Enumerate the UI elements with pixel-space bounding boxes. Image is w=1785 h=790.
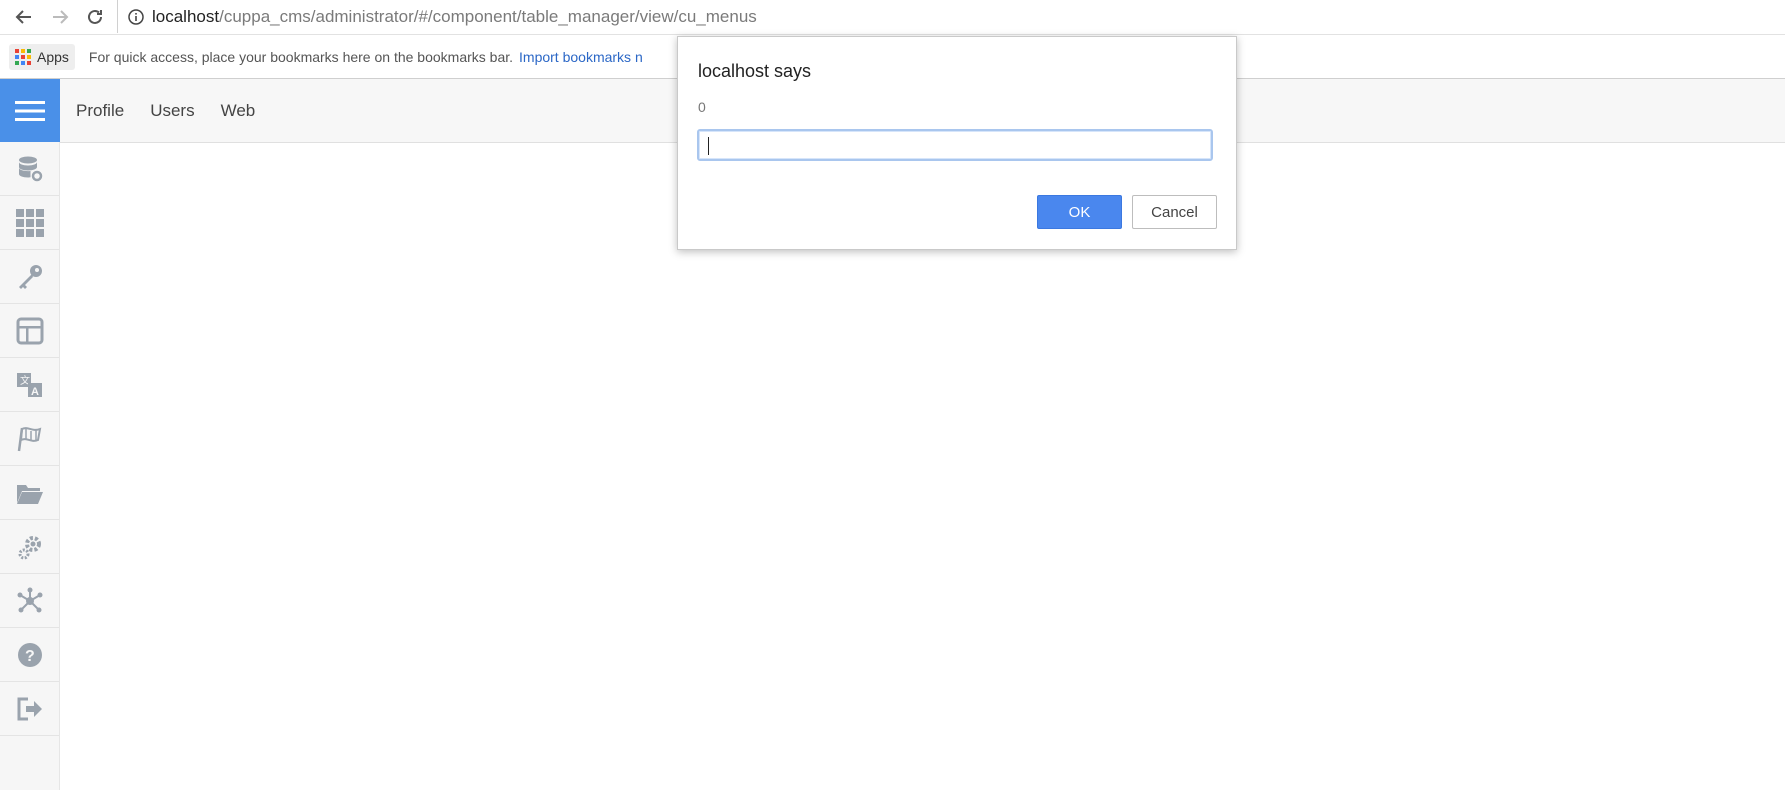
sidebar-item-files[interactable] — [0, 466, 59, 520]
sidebar-item-translations[interactable]: 文A — [0, 358, 59, 412]
url-text: localhost/cuppa_cms/administrator/#/comp… — [152, 7, 757, 27]
sidebar: 文A ? — [0, 79, 60, 790]
sidebar-item-logout[interactable] — [0, 682, 59, 736]
folder-icon — [16, 484, 43, 504]
bookmarks-hint: For quick access, place your bookmarks h… — [88, 48, 514, 65]
hamburger-icon — [15, 100, 45, 121]
dialog-message: 0 — [698, 99, 706, 115]
sidebar-item-help[interactable]: ? — [0, 628, 59, 682]
svg-text:?: ? — [25, 648, 35, 665]
reload-button[interactable] — [82, 4, 108, 30]
sidebar-item-layout[interactable] — [0, 304, 59, 358]
network-icon — [17, 587, 42, 612]
apps-label: Apps — [37, 48, 69, 65]
apps-grid-icon — [15, 48, 31, 65]
back-button[interactable] — [11, 4, 37, 30]
sidebar-item-flags[interactable] — [0, 412, 59, 466]
sidebar-item-network[interactable] — [0, 574, 59, 628]
sidebar-item-permissions[interactable] — [0, 250, 59, 304]
database-settings-icon — [18, 156, 42, 181]
gears-icon — [18, 535, 41, 559]
layout-icon — [16, 317, 43, 344]
sidebar-item-settings[interactable] — [0, 520, 59, 574]
key-icon — [18, 264, 42, 289]
dialog-title: localhost says — [698, 61, 812, 81]
ok-button[interactable]: OK — [1037, 195, 1122, 229]
help-icon: ? — [17, 642, 42, 667]
sidebar-item-components[interactable] — [0, 196, 59, 250]
prompt-dialog: localhost says 0 OK Cancel — [677, 36, 1237, 250]
sidebar-item-database[interactable] — [0, 142, 59, 196]
nav-users[interactable]: Users — [150, 101, 194, 121]
browser-address-bar: localhost/cuppa_cms/administrator/#/comp… — [0, 0, 1785, 35]
info-icon — [128, 8, 144, 25]
url-host: localhost — [152, 6, 220, 26]
dialog-input[interactable] — [697, 129, 1213, 161]
url-box[interactable]: localhost/cuppa_cms/administrator/#/comp… — [117, 0, 1785, 33]
nav-web[interactable]: Web — [221, 101, 256, 121]
arrow-left-icon — [15, 10, 31, 24]
text-caret — [708, 137, 709, 155]
apps-button[interactable]: Apps — [9, 43, 75, 70]
reload-icon — [88, 9, 102, 24]
url-path: /cuppa_cms/administrator/#/component/tab… — [219, 6, 757, 26]
nav-profile[interactable]: Profile — [76, 101, 124, 121]
cancel-button[interactable]: Cancel — [1132, 195, 1217, 229]
menu-toggle-button[interactable] — [0, 79, 60, 142]
forward-button[interactable] — [47, 4, 73, 30]
arrow-right-icon — [53, 10, 69, 24]
logout-icon — [17, 697, 42, 720]
flag-icon — [17, 426, 41, 451]
import-bookmarks-link[interactable]: Import bookmarks n — [519, 49, 643, 65]
grid-icon — [15, 208, 44, 237]
translate-icon: 文A — [16, 372, 42, 398]
svg-text:A: A — [31, 386, 39, 398]
